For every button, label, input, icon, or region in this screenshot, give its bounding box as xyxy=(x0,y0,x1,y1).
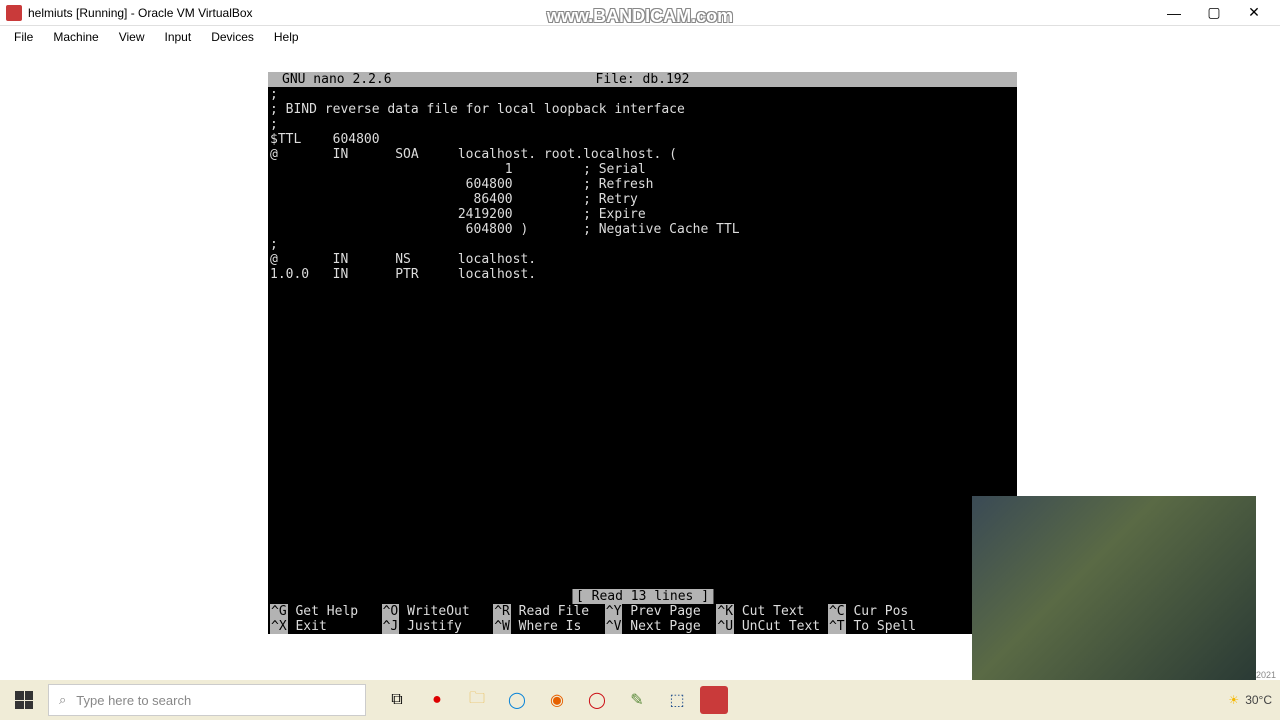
menu-file[interactable]: File xyxy=(4,28,43,46)
windows-logo-icon xyxy=(15,691,33,709)
nano-filename: File: db.192 xyxy=(596,72,690,87)
file-explorer-icon[interactable]: 🗀 xyxy=(460,683,494,717)
window-title: helmiuts [Running] - Oracle VM VirtualBo… xyxy=(28,6,1154,20)
menu-input[interactable]: Input xyxy=(155,28,202,46)
bandicam-icon[interactable] xyxy=(700,686,728,714)
opera-icon[interactable]: ◯ xyxy=(580,683,614,717)
search-placeholder: Type here to search xyxy=(76,693,191,708)
webcam-overlay xyxy=(972,496,1256,680)
menu-view[interactable]: View xyxy=(109,28,155,46)
menu-devices[interactable]: Devices xyxy=(201,28,264,46)
nano-cut: Cut Text xyxy=(742,604,805,619)
nano-whereis: Where Is xyxy=(519,619,582,634)
task-view-icon[interactable]: ⧉ xyxy=(380,683,414,717)
nano-editor-body[interactable]: ; ; BIND reverse data file for local loo… xyxy=(270,87,1017,282)
nano-nextpage: Next Page xyxy=(630,619,700,634)
weather-temp: 30°C xyxy=(1245,693,1272,707)
menubar: File Machine View Input Devices Help xyxy=(0,26,1280,48)
nano-help: Get Help xyxy=(295,604,358,619)
nano-spell: To Spell xyxy=(853,619,916,634)
weather-icon: ☀ xyxy=(1228,693,1239,707)
firefox-icon[interactable]: ◉ xyxy=(540,683,574,717)
search-icon: ⌕ xyxy=(59,692,66,708)
taskbar: ⌕ Type here to search ⧉ ● 🗀 ◯ ◉ ◯ ✎ ⬚ ☀ … xyxy=(0,680,1280,720)
nano-uncut: UnCut Text xyxy=(742,619,820,634)
start-button[interactable] xyxy=(0,680,48,720)
virtualbox-icon[interactable]: ⬚ xyxy=(660,683,694,717)
nano-version: GNU nano 2.2.6 xyxy=(282,72,392,87)
system-tray[interactable]: ☀ 30°C xyxy=(1228,693,1280,707)
nano-readfile: Read File xyxy=(519,604,589,619)
nano-writeout: WriteOut xyxy=(407,604,470,619)
window-titlebar: helmiuts [Running] - Oracle VM VirtualBo… xyxy=(0,0,1280,26)
taskbar-search[interactable]: ⌕ Type here to search xyxy=(48,684,366,716)
edge-icon[interactable]: ◯ xyxy=(500,683,534,717)
nano-header: GNU nano 2.2.6 File: db.192 xyxy=(268,72,1017,87)
nano-exit: Exit xyxy=(295,619,326,634)
menu-machine[interactable]: Machine xyxy=(43,28,108,46)
record-icon[interactable]: ● xyxy=(420,683,454,717)
maximize-button[interactable]: ▢ xyxy=(1194,1,1234,25)
nano-justify: Justify xyxy=(407,619,462,634)
nano-status: [ Read 13 lines ] xyxy=(572,589,713,604)
minimize-button[interactable]: — xyxy=(1154,1,1194,25)
nano-shortcuts: ^G Get Help ^O WriteOut ^R Read File ^Y … xyxy=(270,604,1017,634)
app-icon xyxy=(6,5,22,21)
app-icon-1[interactable]: ✎ xyxy=(620,683,654,717)
taskbar-apps: ⧉ ● 🗀 ◯ ◉ ◯ ✎ ⬚ xyxy=(380,683,728,717)
nano-curpos: Cur Pos xyxy=(853,604,908,619)
close-button[interactable]: ✕ xyxy=(1234,1,1274,25)
terminal[interactable]: GNU nano 2.2.6 File: db.192 ; ; BIND rev… xyxy=(268,72,1017,634)
nano-prevpage: Prev Page xyxy=(630,604,700,619)
menu-help[interactable]: Help xyxy=(264,28,309,46)
